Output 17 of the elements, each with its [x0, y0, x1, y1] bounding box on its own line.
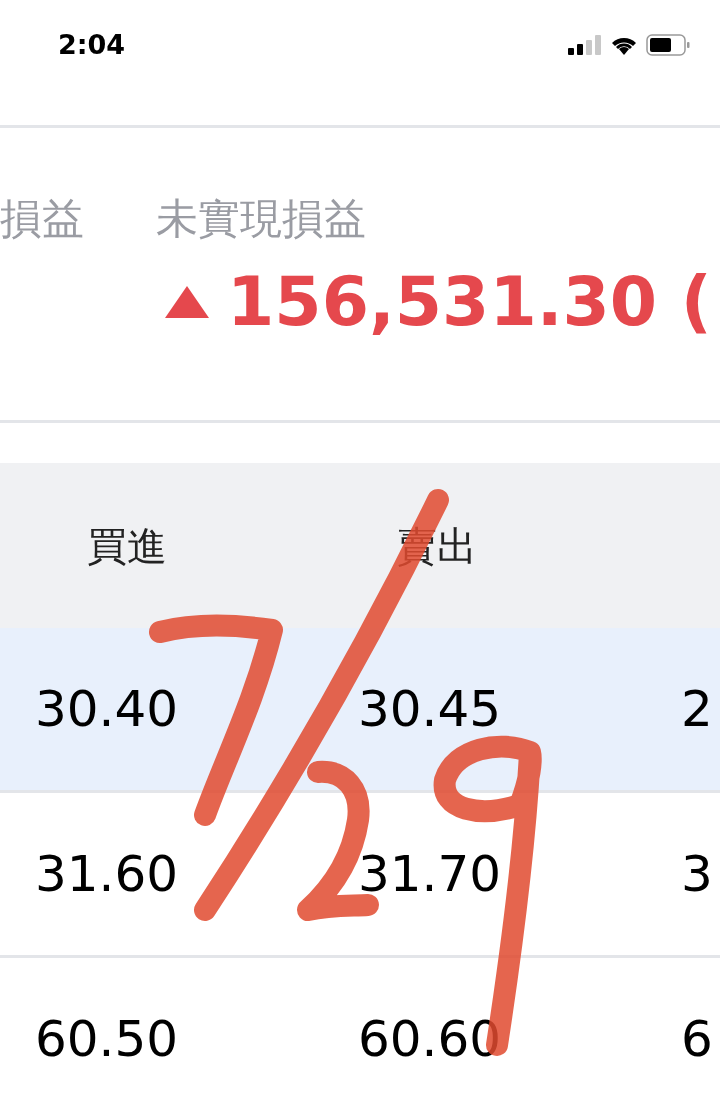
status-time: 2:04: [58, 27, 126, 62]
summary-label: 未實現損益: [156, 198, 366, 240]
battery-icon: [646, 34, 690, 56]
wifi-icon: [610, 35, 638, 55]
table-cell: 30.45: [358, 684, 502, 734]
table-cell: 31.60: [35, 849, 179, 899]
up-triangle-icon: [165, 286, 209, 318]
column-header: 買進: [87, 521, 167, 571]
table-cell: 2: [681, 684, 713, 734]
table-cell: 3: [681, 849, 713, 899]
table-cell: 31.70: [358, 849, 502, 899]
table-cell: 30.40: [35, 684, 179, 734]
signal-icon: [568, 35, 602, 55]
table-cell: 60.50: [35, 1014, 179, 1064]
summary-label: 損益: [0, 198, 84, 240]
unrealized-pl-value: 156,531.30 (: [227, 268, 712, 336]
table-cell: 6: [681, 1014, 713, 1064]
